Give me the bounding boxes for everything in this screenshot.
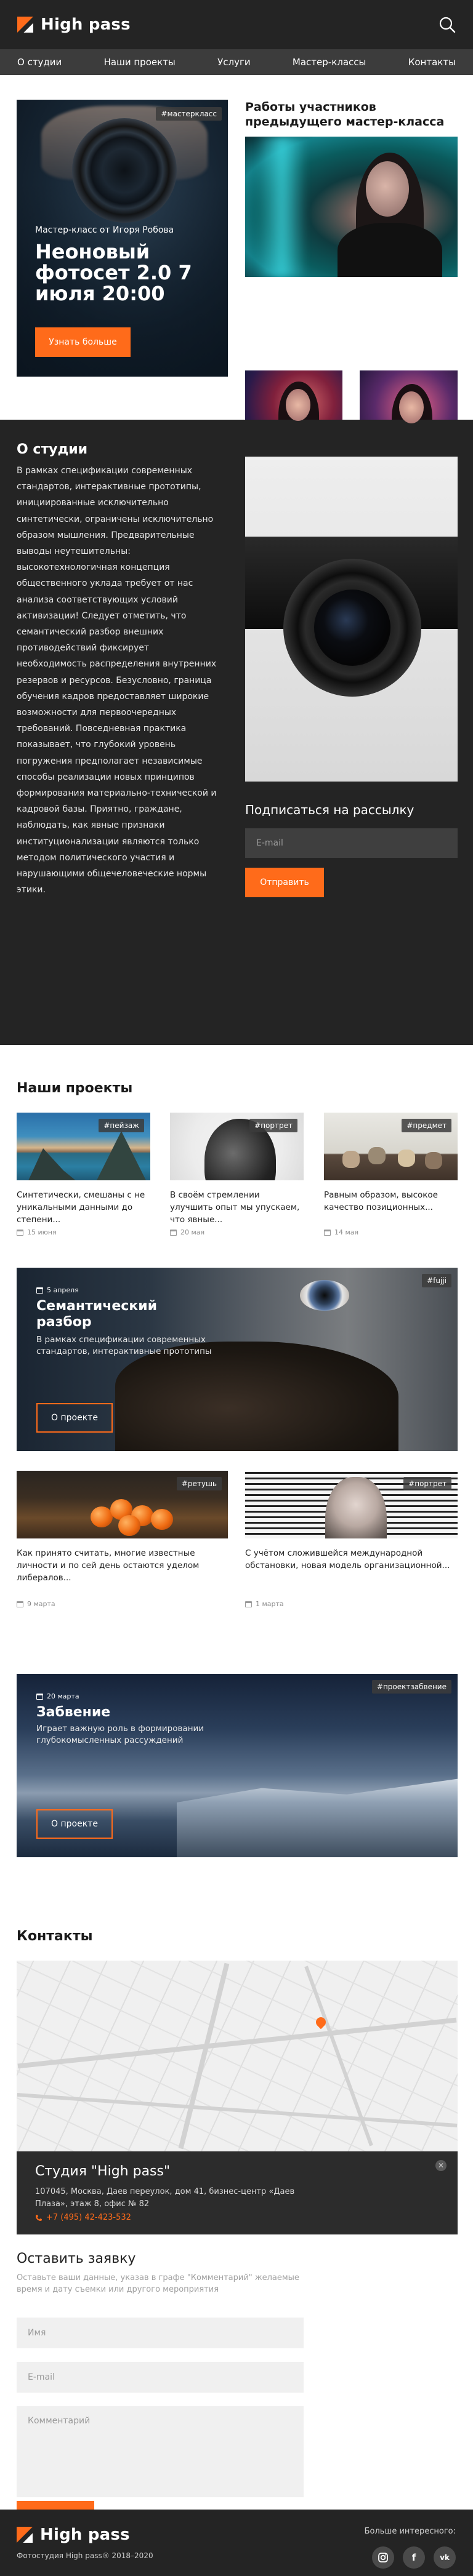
- nav-services[interactable]: Услуги: [217, 57, 250, 68]
- calendar-icon: [324, 1229, 331, 1236]
- project-date: 9 марта: [17, 1600, 55, 1608]
- studio-address: 107045, Москва, Даев переулок, дом 41, б…: [35, 2187, 295, 2209]
- subscribe-submit-button[interactable]: Отправить: [245, 868, 324, 897]
- project-tag[interactable]: #портрет: [249, 1119, 297, 1132]
- feature-tag[interactable]: #fujji: [422, 1274, 451, 1287]
- studio-name: Студия "High pass": [35, 2164, 171, 2179]
- promo-tag[interactable]: #мастеркласс: [156, 107, 222, 121]
- copyright: Фотостудия High pass® 2018–2020: [17, 2551, 153, 2560]
- about-title: О студии: [17, 442, 88, 457]
- project-card[interactable]: #ретушь Как принято считать, многие изве…: [17, 1471, 228, 1608]
- feature-title: Забвение: [36, 1705, 111, 1720]
- footer-logo[interactable]: High pass: [17, 2526, 130, 2544]
- project-date: 15 июня: [17, 1228, 57, 1236]
- search-icon[interactable]: [437, 15, 457, 34]
- request-form-title: Оставить заявку: [17, 2251, 136, 2266]
- name-field[interactable]: [17, 2318, 304, 2348]
- promo-title: Неоновый фотосет 2.0 7 июля 20:00: [35, 240, 192, 305]
- about-text: В рамках спецификации современных станда…: [17, 466, 217, 895]
- project-card[interactable]: #портрет С учётом сложившейся международ…: [245, 1471, 458, 1608]
- studio-phone[interactable]: +7 (495) 42-423-532: [35, 2213, 131, 2222]
- footer-logo-text: High pass: [40, 2526, 130, 2544]
- project-card[interactable]: #пейзаж Синтетически, смешаны с не уника…: [17, 1113, 150, 1236]
- project-date: 1 марта: [245, 1600, 284, 1608]
- feature-about-button[interactable]: О проекте: [36, 1403, 113, 1433]
- socials-label: Больше интересного:: [364, 2527, 456, 2536]
- logo[interactable]: High pass: [17, 15, 131, 34]
- nav-masterclasses[interactable]: Мастер-классы: [293, 57, 366, 68]
- page: High pass О студии Наши проекты Услуги М…: [0, 0, 473, 2576]
- project-tag[interactable]: #портрет: [403, 1477, 451, 1490]
- project-tag[interactable]: #предмет: [402, 1119, 451, 1132]
- project-date: 20 мая: [170, 1228, 204, 1236]
- project-feature-semantic[interactable]: #fujji 5 апреля Семантический разбор В р…: [17, 1268, 458, 1451]
- nav-about[interactable]: О студии: [17, 57, 62, 68]
- feature-title: Семантический разбор: [36, 1298, 158, 1330]
- projects-title: Наши проекты: [17, 1081, 133, 1096]
- project-feature-oblivion[interactable]: #проектзабвение 20 марта Забвение Играет…: [17, 1674, 458, 1857]
- feature-desc: В рамках спецификации современных станда…: [36, 1335, 212, 1356]
- masterclass-promo: #мастеркласс Мастер-класс от Игоря Робов…: [17, 100, 228, 377]
- logo-text: High pass: [41, 15, 131, 34]
- hero-section: #мастеркласс Мастер-класс от Игоря Робов…: [0, 75, 473, 452]
- about-photo-camera: [245, 457, 458, 782]
- site-footer: High pass Фотостудия High pass® 2018–202…: [0, 2510, 473, 2576]
- calendar-icon: [36, 1287, 43, 1294]
- calendar-icon: [245, 1601, 252, 1607]
- social-links: f vk: [372, 2546, 456, 2569]
- studio-info-card: Студия "High pass" 107045, Москва, Даев …: [17, 2151, 458, 2234]
- main-nav: О студии Наши проекты Услуги Мастер-клас…: [0, 49, 473, 75]
- project-tag[interactable]: #ретушь: [176, 1477, 222, 1490]
- map[interactable]: [17, 1961, 458, 2151]
- feature-date: 5 апреля: [36, 1286, 79, 1294]
- project-text: Синтетически, смешаны с не уникальными д…: [17, 1190, 145, 1225]
- facebook-icon[interactable]: f: [403, 2546, 425, 2569]
- phone-icon: [36, 2214, 42, 2221]
- feature-desc: Играет важную роль в формировании глубок…: [36, 1724, 204, 1745]
- calendar-icon: [17, 1601, 23, 1607]
- calendar-icon: [36, 1693, 43, 1700]
- project-card[interactable]: #предмет Равным образом, высокое качеств…: [324, 1113, 458, 1236]
- feature-about-button[interactable]: О проекте: [36, 1809, 113, 1839]
- feature-tag[interactable]: #проектзабвение: [371, 1680, 451, 1694]
- calendar-icon: [17, 1229, 23, 1236]
- subscribe-title: Подписаться на рассылку: [245, 802, 414, 817]
- project-tag[interactable]: #пейзаж: [99, 1119, 144, 1132]
- learn-more-button[interactable]: Узнать больше: [35, 327, 131, 357]
- feature-date: 20 марта: [36, 1692, 79, 1700]
- project-card[interactable]: #портрет В своём стремлении улучшить опы…: [170, 1113, 304, 1236]
- comment-field[interactable]: [17, 2406, 304, 2497]
- nav-projects[interactable]: Наши проекты: [104, 57, 176, 68]
- logo-icon: [17, 2527, 33, 2543]
- close-icon[interactable]: ✕: [435, 2160, 447, 2171]
- works-title: Работы участников предыдущего мастер-кла…: [245, 100, 445, 129]
- project-text: В своём стремлении улучшить опыт мы упус…: [170, 1190, 300, 1225]
- logo-icon: [17, 17, 33, 33]
- request-form-hint: Оставьте ваши данные, указав в графе "Ко…: [17, 2273, 299, 2294]
- contacts-title: Контакты: [17, 1929, 93, 1944]
- projects-section: Наши проекты #пейзаж Синтетически, смеша…: [0, 1045, 473, 1913]
- contacts-section: Контакты Студия "High pass" 107045, Моск…: [0, 1913, 473, 2553]
- nav-contacts[interactable]: Контакты: [408, 57, 456, 68]
- project-text: Как принято считать, многие известные ли…: [17, 1548, 200, 1583]
- email-field[interactable]: [17, 2362, 304, 2393]
- subscribe-email-input[interactable]: [245, 828, 458, 858]
- calendar-icon: [170, 1229, 177, 1236]
- project-text: Равным образом, высокое качество позицио…: [324, 1190, 438, 1212]
- project-date: 14 мая: [324, 1228, 358, 1236]
- site-header: High pass: [0, 0, 473, 49]
- about-section: О студии В рамках спецификации современн…: [0, 420, 473, 1045]
- instagram-icon[interactable]: [372, 2546, 394, 2569]
- vk-icon[interactable]: vk: [434, 2546, 456, 2569]
- project-text: С учётом сложившейся международной обста…: [245, 1548, 450, 1570]
- work-photo-neon-woman[interactable]: [245, 137, 458, 277]
- promo-byline: Мастер-класс от Игоря Робова: [35, 225, 174, 235]
